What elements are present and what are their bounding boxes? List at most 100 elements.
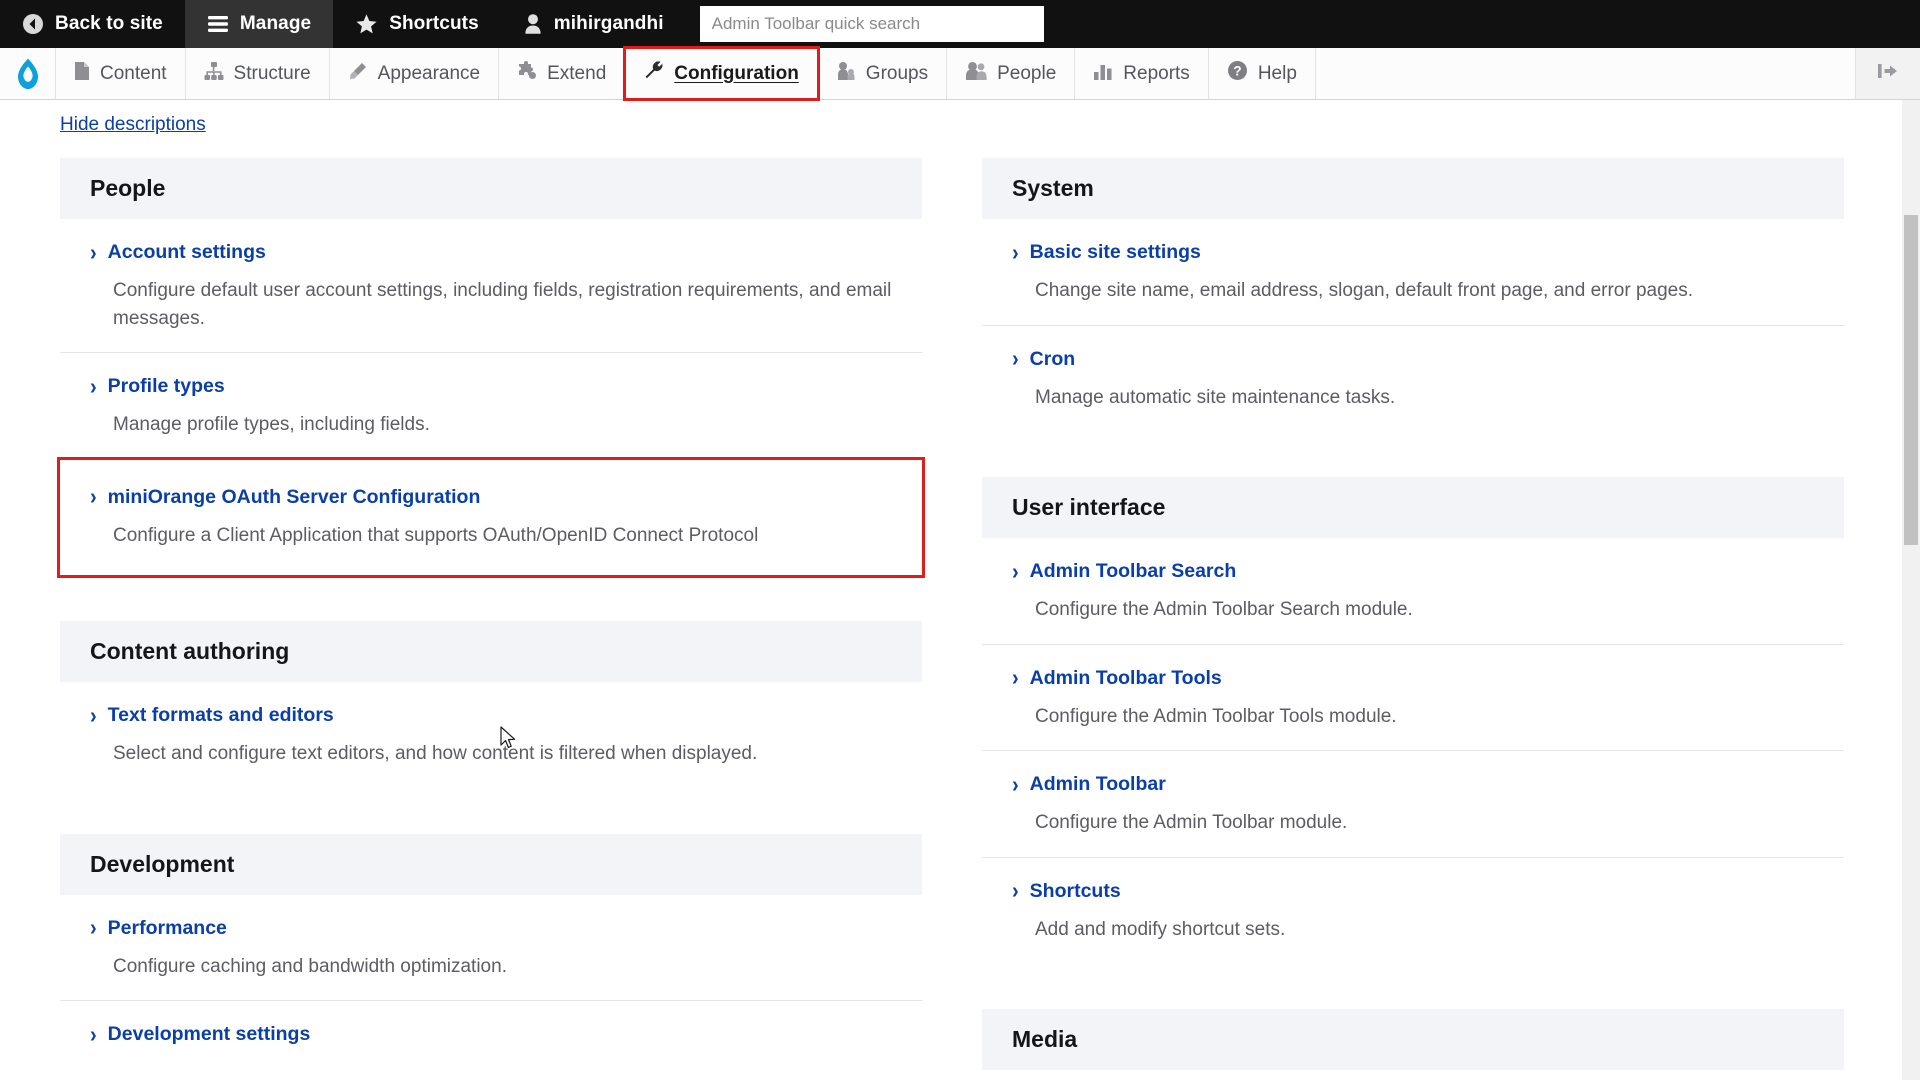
menu-item-structure-label: Structure xyxy=(233,62,311,84)
paintbrush-icon xyxy=(348,61,368,87)
config-entry-link[interactable]: › miniOrange OAuth Server Configuration xyxy=(90,486,892,509)
hamburger-icon xyxy=(207,14,229,34)
config-entry-title: Admin Toolbar xyxy=(1029,773,1166,796)
config-entry-title: Text formats and editors xyxy=(107,704,334,727)
config-entry: › Admin Toolbar Tools Configure the Admin … xyxy=(982,645,1844,752)
back-to-site-label: Back to site xyxy=(55,13,163,34)
admin-top-toolbar: Back to site Manage Shortcuts mihirgandh… xyxy=(0,0,1920,48)
menu-item-content[interactable]: Content xyxy=(56,48,186,99)
config-panel-body: › Account settings Configure default user … xyxy=(57,219,925,579)
chevron-right-icon: › xyxy=(90,373,97,400)
menu-item-people[interactable]: People xyxy=(947,48,1076,99)
config-entry: › Admin Toolbar Search Configure the Admin… xyxy=(982,538,1844,645)
menu-item-groups-label: Groups xyxy=(865,62,929,84)
config-panel-heading: Content authoring xyxy=(60,621,922,683)
menu-item-structure[interactable]: Structure xyxy=(186,48,330,99)
menu-item-configuration-label: Configuration xyxy=(674,62,799,84)
config-entry-title: Account settings xyxy=(107,241,266,263)
chevron-right-icon: › xyxy=(1012,772,1019,798)
config-entry: › Performance Configure caching and bandwi… xyxy=(60,895,922,1002)
right-column: System › Basic site settings Change site na… xyxy=(982,158,1844,1080)
config-entry-highlighted: › miniOrange OAuth Server Configuration Co… xyxy=(57,456,925,579)
scrollbar-thumb[interactable] xyxy=(1904,215,1918,545)
config-panel-body: › Performance Configure caching and bandwi… xyxy=(60,895,922,1067)
config-entry-description: Add and modify shortcut sets. xyxy=(1035,918,1286,940)
config-panel-heading: People xyxy=(60,158,922,219)
config-entry-link[interactable]: › Admin Toolbar Tools xyxy=(1012,667,1814,690)
star-icon xyxy=(355,13,378,35)
menu-item-extend[interactable]: Extend xyxy=(499,48,626,99)
config-entry-link[interactable]: › Admin Toolbar xyxy=(1012,773,1814,796)
config-entry-description: Configure the Admin Toolbar Tools module… xyxy=(1035,705,1397,727)
menu-item-reports-label: Reports xyxy=(1123,62,1190,84)
config-entry-title: Basic site settings xyxy=(1029,241,1201,263)
config-entry-link[interactable]: › Basic site settings xyxy=(1012,241,1814,264)
user-account-tab[interactable]: mihirgandhi xyxy=(501,0,686,48)
menu-item-appearance-label: Appearance xyxy=(377,62,481,84)
shortcuts-tab[interactable]: Shortcuts xyxy=(333,0,501,48)
shortcuts-label: Shortcuts xyxy=(389,13,479,34)
config-entry-description: Manage profile types, including fields. xyxy=(113,414,430,436)
config-entry-title: miniOrange OAuth Server Configuration xyxy=(107,485,481,508)
config-entry: › Account settings Configure default user … xyxy=(60,219,922,354)
config-entry-title: Shortcuts xyxy=(1029,879,1121,902)
config-entry-description: Configure the Admin Toolbar Search modul… xyxy=(1035,599,1413,621)
groups-icon xyxy=(836,61,856,87)
config-panel: Media xyxy=(982,1009,1844,1071)
admin-toolbar-search-input[interactable] xyxy=(699,6,1044,42)
left-column: People › Account settings Configure default… xyxy=(57,158,925,1080)
manage-tab[interactable]: Manage xyxy=(184,0,334,48)
page-scrollbar[interactable] xyxy=(1902,100,1920,1080)
config-entry-link[interactable]: › Profile types xyxy=(90,375,892,398)
bar-chart-icon xyxy=(1093,61,1113,87)
menu-item-appearance[interactable]: Appearance xyxy=(330,48,500,99)
config-entry-link[interactable]: › Account settings xyxy=(90,241,892,264)
config-entry-description: Configure default user account settings,… xyxy=(113,280,892,329)
config-entry: › Basic site settings Change site name, em… xyxy=(982,219,1844,326)
configuration-page: Hide descriptions People › Account setting… xyxy=(0,100,1920,1080)
config-entry-description: Change site name, email address, slogan,… xyxy=(1035,280,1694,301)
config-panel: System › Basic site settings Change site na… xyxy=(982,158,1844,431)
config-entry-link[interactable]: › Text formats and editors xyxy=(90,704,892,727)
chevron-right-icon: › xyxy=(90,915,97,941)
config-entry: › Cron Manage automatic site maintenance t… xyxy=(982,326,1844,432)
config-entry-link[interactable]: › Performance xyxy=(90,917,892,940)
mouse-cursor xyxy=(500,726,518,757)
puzzle-icon xyxy=(517,60,537,87)
manage-label: Manage xyxy=(239,13,312,34)
chevron-right-icon: › xyxy=(1012,239,1019,266)
menu-item-groups[interactable]: Groups xyxy=(818,48,948,99)
chevron-right-icon: › xyxy=(90,484,97,510)
config-entry-link[interactable]: › Admin Toolbar Search xyxy=(1012,560,1814,583)
config-entry-link[interactable]: › Shortcuts xyxy=(1012,880,1814,903)
chevron-right-icon: › xyxy=(1012,878,1019,904)
menu-item-extend-label: Extend xyxy=(547,62,607,84)
question-mark-icon: ? xyxy=(1227,60,1248,87)
config-panel: User interface › Admin Toolbar Search Confi… xyxy=(982,477,1844,963)
menu-item-configuration[interactable]: Configuration xyxy=(623,46,820,101)
collapse-toolbar-button[interactable] xyxy=(1856,48,1920,99)
hide-descriptions-link[interactable]: Hide descriptions xyxy=(60,114,206,136)
config-entry-description: Manage automatic site maintenance tasks. xyxy=(1035,386,1396,408)
config-panel-body: › Admin Toolbar Search Configure the Admin… xyxy=(982,538,1844,963)
config-panel: People › Account settings Configure default… xyxy=(57,158,925,579)
back-to-site-button[interactable]: Back to site xyxy=(0,0,185,48)
config-entry: › Text formats and editors Select and conf… xyxy=(60,682,922,788)
drupal-logo[interactable] xyxy=(0,48,56,99)
config-entry-link[interactable]: › Development settings xyxy=(90,1023,892,1046)
chevron-right-icon: › xyxy=(90,1022,97,1048)
config-entry: › Shortcuts Add and modify shortcut sets. xyxy=(982,858,1844,964)
menu-item-help[interactable]: ? Help xyxy=(1209,48,1316,99)
admin-toolbar-search-wrapper xyxy=(686,0,1044,48)
menu-item-help-label: Help xyxy=(1257,62,1297,84)
config-panel-body: › Text formats and editors Select and conf… xyxy=(60,682,922,788)
menu-item-reports[interactable]: Reports xyxy=(1075,48,1209,99)
drupal-droplet-icon xyxy=(17,58,38,89)
config-entry-description: Configure a Client Application that supp… xyxy=(113,524,759,546)
structure-icon xyxy=(204,61,224,87)
wrench-icon xyxy=(643,60,664,87)
configuration-columns: People › Account settings Configure default… xyxy=(0,136,1920,1080)
menu-item-content-label: Content xyxy=(100,62,167,84)
config-entry-link[interactable]: › Cron xyxy=(1012,348,1814,371)
config-entry-title: Admin Toolbar Search xyxy=(1029,560,1237,583)
